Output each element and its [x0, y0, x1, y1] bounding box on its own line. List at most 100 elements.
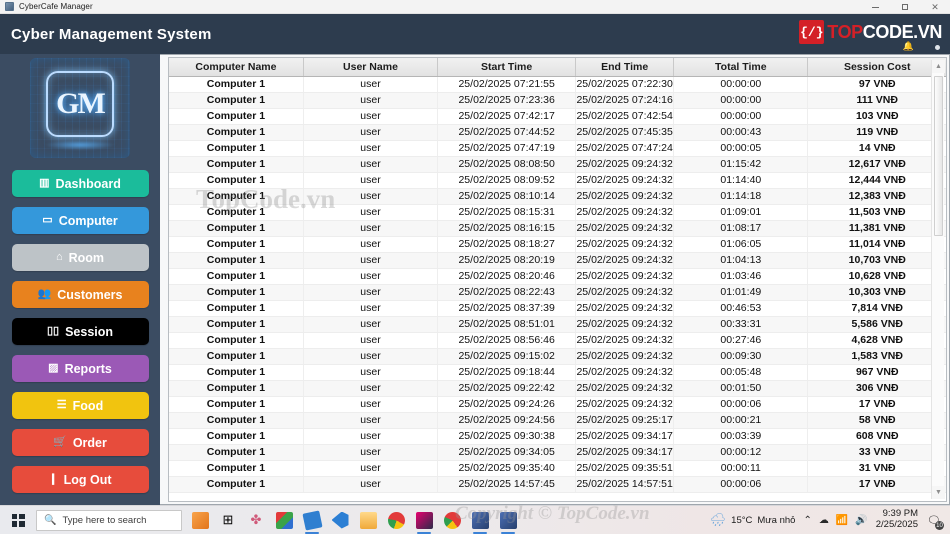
- sticky-notes-icon[interactable]: [298, 506, 326, 534]
- table-row[interactable]: Computer 1 user 25/02/2025 08:56:46 25/02/2…: [169, 332, 946, 349]
- table-row[interactable]: Computer 1 user 25/02/2025 08:20:46 25/02/2…: [169, 268, 946, 285]
- column-header-session-cost[interactable]: Session Cost: [807, 58, 946, 77]
- table-cell: 00:03:39: [673, 428, 809, 445]
- table-row[interactable]: Computer 1 user 25/02/2025 08:10:14 25/02/2…: [169, 188, 946, 205]
- sidebar-item-dashboard[interactable]: ▥ Dashboard: [11, 170, 149, 197]
- weather-widget[interactable]: 🌧 15°C Mưa nhỏ: [710, 512, 796, 528]
- table-row[interactable]: Computer 1 user 25/02/2025 09:18:44 25/02/2…: [169, 364, 946, 381]
- scroll-up-icon[interactable]: ▲: [932, 60, 945, 73]
- column-header-computer-name[interactable]: Computer Name: [169, 58, 304, 77]
- table-cell: user: [303, 396, 439, 413]
- table-cell: user: [303, 188, 439, 205]
- table-row[interactable]: Computer 1 user 25/02/2025 08:18:27 25/02/2…: [169, 236, 946, 253]
- scroll-down-icon[interactable]: ▼: [932, 486, 945, 499]
- table-cell: 00:09:30: [673, 348, 809, 365]
- table-cell: 25/02/2025 14:57:51: [575, 476, 675, 493]
- sidebar-item-label: Customers: [57, 287, 123, 302]
- weather-condition: Mưa nhỏ: [757, 514, 796, 526]
- table-row[interactable]: Computer 1 user 25/02/2025 09:34:05 25/02/2…: [169, 444, 946, 461]
- column-header-end-time[interactable]: End Time: [575, 58, 675, 77]
- table-cell: 14 VNĐ: [807, 140, 946, 157]
- table-cell: 00:00:43: [673, 124, 809, 141]
- column-header-start-time[interactable]: Start Time: [437, 58, 577, 77]
- table-cell: user: [303, 444, 439, 461]
- task-view-icon[interactable]: ⊞: [214, 506, 242, 534]
- vertical-scrollbar[interactable]: ▲ ▼: [931, 60, 945, 499]
- table-row[interactable]: Computer 1 user 25/02/2025 09:22:42 25/02/2…: [169, 380, 946, 397]
- table-cell: user: [303, 140, 439, 157]
- table-row[interactable]: Computer 1 user 25/02/2025 08:20:19 25/02/2…: [169, 252, 946, 269]
- close-button[interactable]: ✕: [920, 0, 950, 14]
- power-icon: ❙: [48, 473, 58, 485]
- table-row[interactable]: Computer 1 user 25/02/2025 09:35:40 25/02/2…: [169, 460, 946, 477]
- table-cell: 01:14:40: [673, 172, 809, 189]
- brand-text: TOPCODE.VN: [827, 23, 942, 50]
- table-cell: 25/02/2025 07:45:35: [575, 124, 675, 141]
- microsoft-store-icon[interactable]: [270, 506, 298, 534]
- file-explorer-icon[interactable]: [354, 506, 382, 534]
- table-cell: Computer 1: [169, 172, 304, 189]
- table-row[interactable]: Computer 1 user 25/02/2025 07:44:52 25/02/2…: [169, 124, 946, 141]
- table-cell: 103 VNĐ: [807, 108, 946, 125]
- jetbrains-icon[interactable]: [410, 506, 438, 534]
- column-header-user-name[interactable]: User Name: [303, 58, 439, 77]
- minimize-button[interactable]: [860, 0, 890, 14]
- table-row[interactable]: Computer 1 user 25/02/2025 07:42:17 25/02/2…: [169, 108, 946, 125]
- table-row[interactable]: Computer 1 user 25/02/2025 09:24:56 25/02/2…: [169, 412, 946, 429]
- table-row[interactable]: Computer 1 user 25/02/2025 08:51:01 25/02/2…: [169, 316, 946, 333]
- table-cell: 25/02/2025 09:15:02: [437, 348, 577, 365]
- table-row[interactable]: Computer 1 user 25/02/2025 08:15:31 25/02/2…: [169, 204, 946, 221]
- table-row[interactable]: Computer 1 user 25/02/2025 08:16:15 25/02/2…: [169, 220, 946, 237]
- table-cell: 25/02/2025 09:24:32: [575, 396, 675, 413]
- widgets-icon[interactable]: ✤: [242, 506, 270, 534]
- table-row[interactable]: Computer 1 user 25/02/2025 09:15:02 25/02/2…: [169, 348, 946, 365]
- scrollbar-thumb[interactable]: [934, 76, 943, 236]
- table-row[interactable]: Computer 1 user 25/02/2025 08:08:50 25/02/2…: [169, 156, 946, 173]
- table-cell: Computer 1: [169, 396, 304, 413]
- table-cell: 25/02/2025 08:10:14: [437, 188, 577, 205]
- table-row[interactable]: Computer 1 user 25/02/2025 08:09:52 25/02/2…: [169, 172, 946, 189]
- sidebar-item-session[interactable]: ▯▯ Session: [11, 318, 149, 345]
- start-button[interactable]: [0, 506, 36, 534]
- table-cell: 7,814 VNĐ: [807, 300, 946, 317]
- table-row[interactable]: Computer 1 user 25/02/2025 07:23:36 25/02/2…: [169, 92, 946, 109]
- vs-code-icon[interactable]: [326, 506, 354, 534]
- onedrive-icon[interactable]: ☁: [819, 515, 829, 526]
- rain-cloud-icon: 🌧: [709, 512, 727, 527]
- table-row[interactable]: Computer 1 user 25/02/2025 07:47:19 25/02/2…: [169, 140, 946, 157]
- table-row[interactable]: Computer 1 user 25/02/2025 09:24:26 25/02/2…: [169, 396, 946, 413]
- table-row[interactable]: Computer 1 user 25/02/2025 14:57:45 25/02/2…: [169, 476, 946, 493]
- chevron-up-icon[interactable]: ⌃: [803, 515, 811, 526]
- table-cell: 25/02/2025 07:42:17: [437, 108, 577, 125]
- table-cell: 25/02/2025 08:16:15: [437, 220, 577, 237]
- wifi-icon[interactable]: 📶: [836, 515, 848, 526]
- table-row[interactable]: Computer 1 user 25/02/2025 09:30:38 25/02/2…: [169, 428, 946, 445]
- table-cell: 25/02/2025 07:21:55: [437, 76, 577, 93]
- logo-frame: GM: [46, 71, 114, 137]
- table-cell: 25/02/2025 08:15:31: [437, 204, 577, 221]
- table-row[interactable]: Computer 1 user 25/02/2025 07:21:55 25/02/2…: [169, 76, 946, 93]
- search-input[interactable]: 🔍 Type here to search: [36, 509, 182, 531]
- pinned-app-orange-icon[interactable]: [186, 506, 214, 534]
- table-cell: Computer 1: [169, 316, 304, 333]
- sidebar-item-customers[interactable]: 👥 Customers: [11, 281, 149, 308]
- table-row[interactable]: Computer 1 user 25/02/2025 08:37:39 25/02/2…: [169, 300, 946, 317]
- table-cell: user: [303, 108, 439, 125]
- chrome-icon[interactable]: [382, 506, 410, 534]
- maximize-button[interactable]: [890, 0, 920, 14]
- table-row[interactable]: Computer 1 user 25/02/2025 08:22:43 25/02/2…: [169, 284, 946, 301]
- sidebar-item-order[interactable]: 🛒 Order: [11, 429, 149, 456]
- clock[interactable]: 9:39 PM 2/25/2025: [876, 508, 918, 531]
- table-cell: 10,703 VNĐ: [807, 252, 946, 269]
- app-icon: [5, 2, 14, 11]
- sidebar-item-computer[interactable]: ▭ Computer: [11, 207, 149, 234]
- sidebar-item-food[interactable]: ☰ Food: [11, 392, 149, 419]
- notifications-button[interactable]: 🗨 10: [926, 512, 944, 530]
- table-cell: 25/02/2025 09:34:17: [575, 428, 675, 445]
- table-cell: Computer 1: [169, 284, 304, 301]
- sidebar-item-reports[interactable]: ▨ Reports: [11, 355, 149, 382]
- sidebar-item-room[interactable]: ⌂ Room: [11, 244, 149, 271]
- speaker-icon[interactable]: 🔊: [855, 515, 867, 526]
- logout-button[interactable]: ❙ Log Out: [11, 466, 149, 493]
- column-header-total-time[interactable]: Total Time: [673, 58, 809, 77]
